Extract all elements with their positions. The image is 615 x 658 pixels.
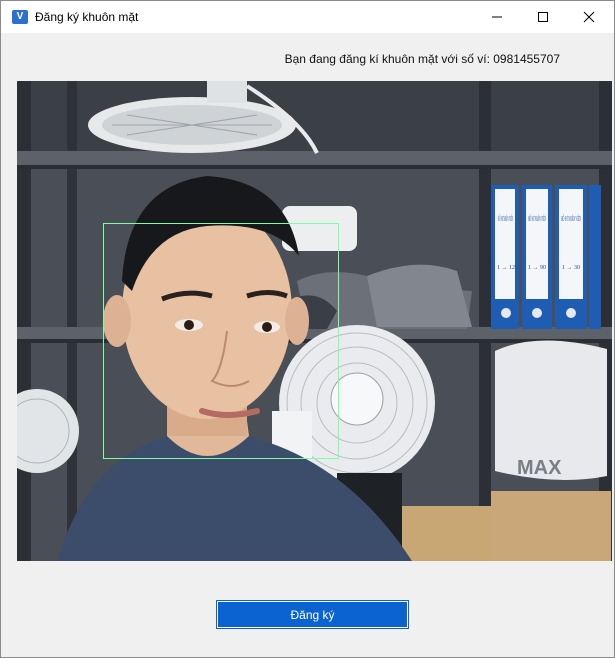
- box-label: MAX: [517, 457, 562, 479]
- binder-range-2: 1 → 90: [528, 265, 546, 271]
- close-icon: [583, 11, 595, 23]
- wallet-status-label: Bạn đang đăng kí khuôn mặt với số ví: 09…: [284, 52, 560, 66]
- minimize-button[interactable]: [474, 1, 520, 33]
- register-button[interactable]: Đăng ký: [216, 600, 409, 629]
- binder-range-3: 1 → 30: [562, 265, 580, 271]
- binder-label-2: HỒ SƠ NHÂN VIÊN: [528, 215, 546, 223]
- binder-range-1: 1 → 120: [497, 265, 518, 271]
- maximize-button[interactable]: [520, 1, 566, 33]
- face-detection-box: [103, 223, 339, 459]
- camera-feed: HỒ SƠ NHÂN VIÊN HỒ SƠ NHÂN VIÊN HỒ SƠ NH…: [17, 81, 612, 561]
- title-bar[interactable]: V Đăng ký khuôn mặt: [1, 1, 614, 33]
- maximize-icon: [538, 12, 548, 22]
- window-title: Đăng ký khuôn mặt: [35, 10, 139, 24]
- app-icon: V: [12, 10, 28, 24]
- binder-label-3: HỒ SƠ NHÂN VIÊN: [561, 215, 581, 223]
- close-button[interactable]: [566, 1, 612, 33]
- minimize-icon: [492, 16, 502, 18]
- binder-label-1: HỒ SƠ NHÂN VIÊN: [498, 215, 513, 223]
- face-registration-window: V Đăng ký khuôn mặt Bạn đang đăng kí khu…: [0, 0, 615, 658]
